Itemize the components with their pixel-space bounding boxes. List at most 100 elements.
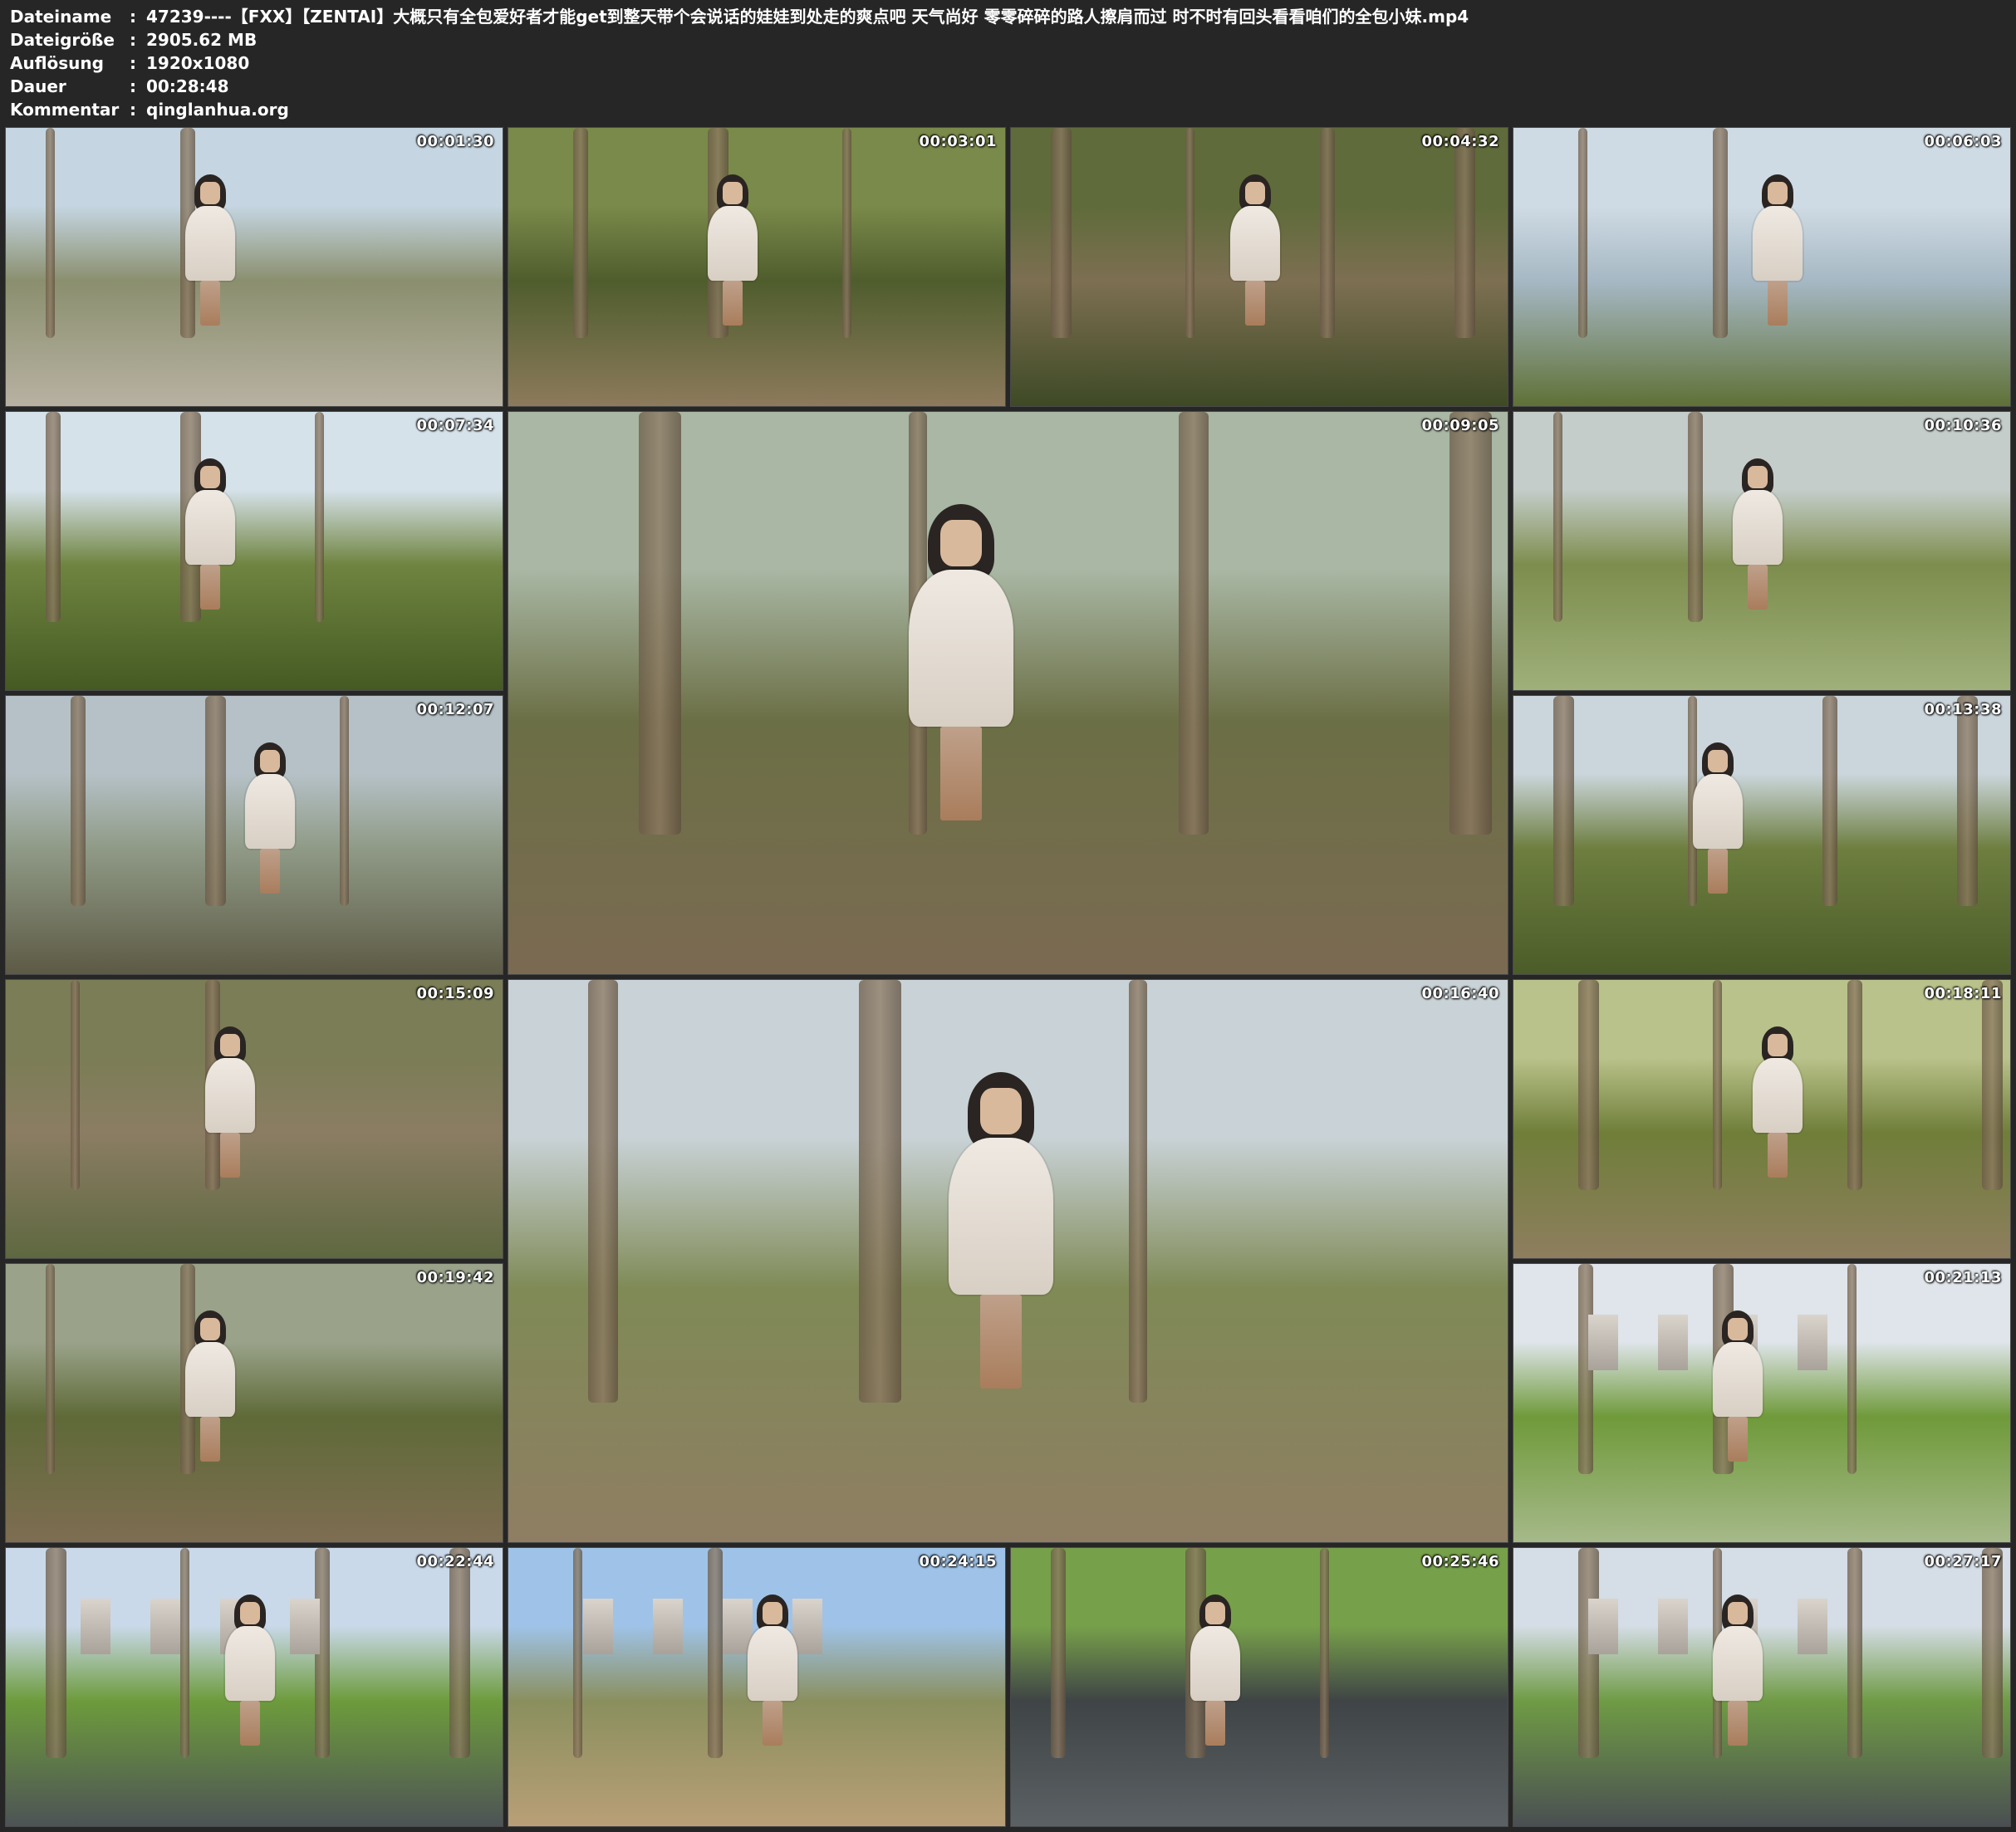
figure-face [1728, 1318, 1748, 1341]
tree-trunk [340, 696, 349, 906]
figure-coat [185, 1342, 235, 1417]
figure-face [260, 750, 280, 773]
thumbnail-timestamp: 00:24:15 [919, 1553, 997, 1570]
video-thumbnail[interactable]: 00:24:15 [508, 1547, 1006, 1827]
video-thumbnail[interactable]: 00:10:36 [1513, 411, 2011, 691]
thumbnail-scene [6, 1264, 503, 1542]
tree-trunk [1578, 980, 1599, 1190]
video-thumbnail[interactable]: 00:07:34 [5, 411, 503, 691]
thumbnail-timestamp: 00:25:46 [1421, 1553, 1499, 1570]
figure-face [200, 1318, 220, 1341]
video-thumbnail[interactable]: 00:12:07 [5, 695, 503, 975]
thumbnail-timestamp: 00:03:01 [919, 133, 997, 150]
figure-boots [1728, 1417, 1748, 1462]
tree-trunk [708, 1548, 723, 1758]
figure-face [240, 1602, 260, 1625]
figure-coat [1230, 206, 1280, 281]
figure-boots [1728, 1701, 1748, 1746]
building [583, 1599, 613, 1654]
figure-face [200, 466, 220, 489]
thumbnail-timestamp: 00:06:03 [1924, 133, 2002, 150]
figure-coat [1713, 1342, 1763, 1417]
tree-trunk [1051, 1548, 1066, 1758]
figure-boots [260, 849, 280, 894]
tree-trunk [449, 1548, 470, 1758]
video-thumbnail[interactable]: 00:03:01 [508, 127, 1006, 407]
figure-face [1245, 182, 1265, 205]
building [81, 1599, 110, 1654]
tree-trunk [573, 1548, 582, 1758]
building [1658, 1315, 1688, 1370]
thumbnail-timestamp: 00:15:09 [416, 985, 494, 1002]
tree-trunk [1320, 1548, 1329, 1758]
tree-trunk [1847, 980, 1862, 1190]
thumbnail-timestamp: 00:09:05 [1421, 417, 1499, 434]
figure-boots [220, 1133, 240, 1178]
video-thumbnail[interactable]: 00:04:32 [1010, 127, 1508, 407]
video-thumbnail[interactable]: 00:25:46 [1010, 1547, 1508, 1827]
thumbnail-scene [6, 412, 503, 690]
building [150, 1599, 180, 1654]
tree-trunk [1320, 128, 1335, 338]
figure-boots [939, 727, 983, 821]
tree-trunk [180, 1548, 189, 1758]
figure-coat [909, 570, 1013, 727]
video-thumbnail[interactable]: 00:19:42 [5, 1263, 503, 1543]
thumbnail-timestamp: 00:12:07 [416, 701, 494, 718]
building [290, 1599, 320, 1654]
figure-coat [1753, 206, 1803, 281]
video-thumbnail[interactable]: 00:27:17 [1513, 1547, 2011, 1827]
figure-coat [245, 774, 295, 849]
tree-trunk [1713, 980, 1722, 1190]
tree-trunk [46, 1264, 55, 1474]
tree-trunk [1179, 412, 1209, 835]
figure-boots [979, 1295, 1023, 1389]
video-thumbnail[interactable]: 00:15:09 [5, 979, 503, 1259]
figure-coat [185, 206, 235, 281]
thumbnail-timestamp: 00:22:44 [416, 1553, 494, 1570]
thumbnail-scene [1513, 696, 2010, 974]
thumbnail-timestamp: 00:10:36 [1924, 417, 2002, 434]
video-thumbnail[interactable]: 00:06:03 [1513, 127, 2011, 407]
tree-trunk [1847, 1548, 1862, 1758]
figure-coat [205, 1058, 255, 1133]
video-thumbnail[interactable]: 00:18:11 [1513, 979, 2011, 1259]
tree-trunk [205, 696, 226, 906]
figure-boots [1708, 849, 1728, 894]
figure-coat [1733, 490, 1783, 565]
tree-trunk [46, 128, 55, 338]
tree-trunk [315, 412, 324, 622]
tree-trunk [1454, 128, 1475, 338]
tree-trunk [46, 1548, 66, 1758]
tree-trunk [859, 980, 901, 1403]
video-thumbnail[interactable]: 00:22:44 [5, 1547, 503, 1827]
figure-coat [949, 1138, 1053, 1295]
video-thumbnail[interactable]: 00:13:38 [1513, 695, 2011, 975]
figure-coat [185, 490, 235, 565]
building [1798, 1315, 1827, 1370]
thumbnail-timestamp: 00:21:13 [1924, 1269, 2002, 1286]
figure-face [200, 182, 220, 205]
figure-face [723, 182, 743, 205]
thumbnail-timestamp: 00:07:34 [416, 417, 494, 434]
building [653, 1599, 683, 1654]
video-thumbnail[interactable]: 00:01:30 [5, 127, 503, 407]
figure-boots [1748, 565, 1768, 610]
tree-trunk [1982, 980, 2003, 1190]
thumbnail-timestamp: 00:16:40 [1421, 985, 1499, 1002]
thumbnail-timestamp: 00:18:11 [1924, 985, 2002, 1002]
tree-trunk [1553, 412, 1562, 622]
tree-trunk [1553, 696, 1574, 906]
figure-coat [225, 1626, 275, 1701]
tree-trunk [1713, 128, 1728, 338]
video-thumbnail[interactable]: 00:09:05 [508, 411, 1508, 975]
figure-face [979, 1087, 1023, 1135]
video-thumbnail[interactable]: 00:21:13 [1513, 1263, 2011, 1543]
figure-coat [708, 206, 758, 281]
figure-face [1205, 1602, 1225, 1625]
building [1588, 1315, 1618, 1370]
figure-boots [200, 1417, 220, 1462]
figure-boots [723, 281, 743, 326]
figure-boots [1245, 281, 1265, 326]
video-thumbnail[interactable]: 00:16:40 [508, 979, 1508, 1543]
